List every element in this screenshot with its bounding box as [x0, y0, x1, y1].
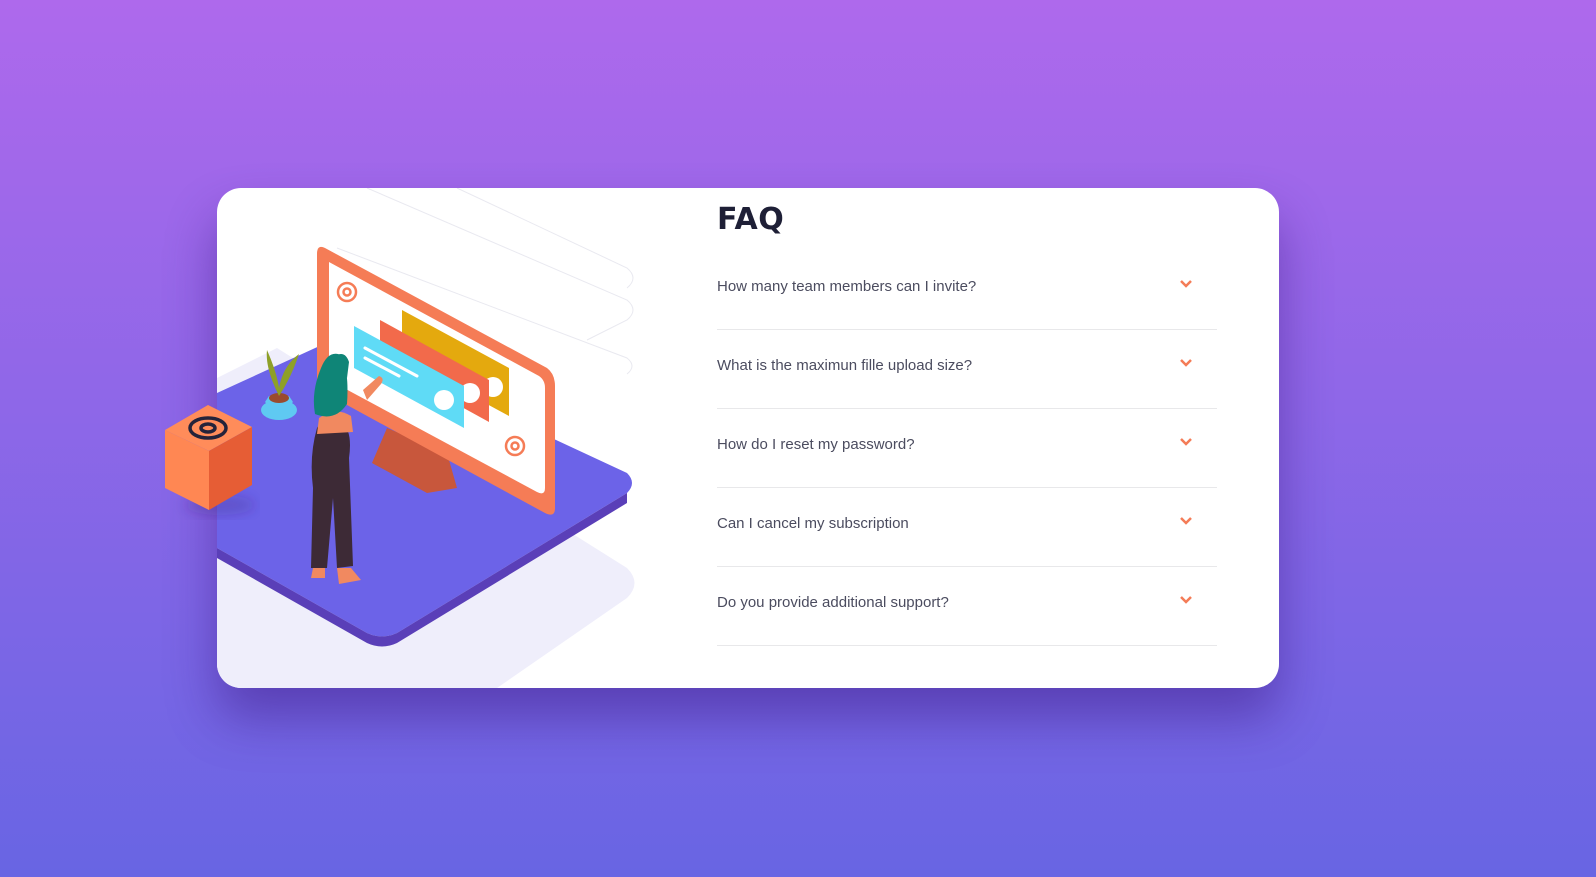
faq-question[interactable]: Can I cancel my subscription: [717, 515, 909, 532]
faq-item[interactable]: What is the maximun fille upload size?: [717, 330, 1217, 409]
chevron-down-icon[interactable]: [1179, 358, 1193, 368]
faq-question[interactable]: What is the maximun fille upload size?: [717, 357, 972, 374]
at-sign-box-illustration: [165, 405, 255, 515]
illustration-panel: [217, 188, 677, 688]
chevron-down-icon[interactable]: [1179, 437, 1193, 447]
faq-question[interactable]: How many team members can I invite?: [717, 278, 976, 295]
chevron-down-icon[interactable]: [1179, 279, 1193, 289]
page-title: FAQ: [717, 202, 785, 237]
faq-item[interactable]: How many team members can I invite?: [717, 251, 1217, 330]
woman-online-desktop-illustration: [217, 188, 635, 688]
chevron-down-icon[interactable]: [1179, 595, 1193, 605]
faq-item[interactable]: How do I reset my password?: [717, 409, 1217, 488]
faq-item[interactable]: Do you provide additional support?: [717, 567, 1217, 646]
faq-question[interactable]: Do you provide additional support?: [717, 594, 949, 611]
faq-section: FAQ How many team members can I invite? …: [717, 202, 1217, 646]
chevron-down-icon[interactable]: [1179, 516, 1193, 526]
faq-item[interactable]: Can I cancel my subscription: [717, 488, 1217, 567]
faq-question[interactable]: How do I reset my password?: [717, 436, 915, 453]
